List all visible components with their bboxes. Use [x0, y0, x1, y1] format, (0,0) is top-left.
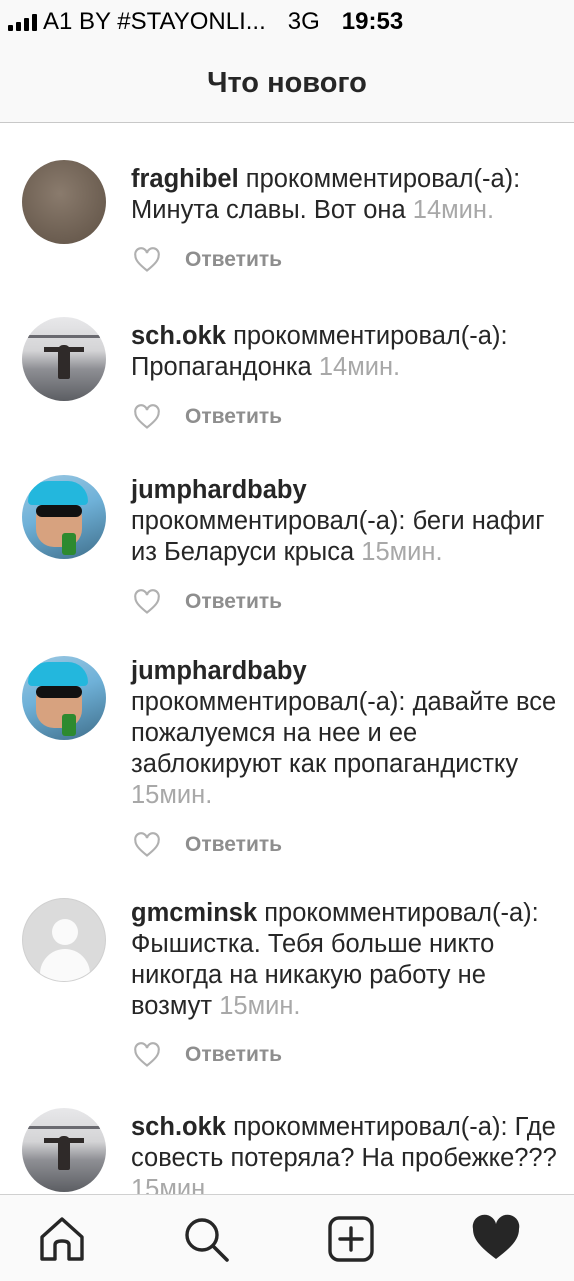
timestamp: 14мин.	[412, 196, 495, 224]
comment-actions: Ответить	[131, 245, 282, 275]
comment-text: Пропагандонка	[131, 353, 312, 381]
reply-button[interactable]: Ответить	[185, 590, 282, 614]
notification-text: fraghibel прокомментировал(-а): Минута с…	[131, 164, 571, 226]
timestamp: 14мин.	[318, 353, 401, 381]
username[interactable]: jumphardbaby	[131, 657, 307, 685]
avatar[interactable]	[22, 475, 106, 559]
timestamp: 15мин.	[361, 538, 443, 566]
avatar[interactable]	[22, 1108, 106, 1192]
like-heart-icon[interactable]	[133, 404, 161, 430]
comment-text: Фышистка. Тебя больше никто никогда на н…	[131, 930, 495, 1020]
comment-actions: Ответить	[131, 587, 282, 617]
username[interactable]: sch.okk	[131, 1113, 226, 1141]
activity-feed[interactable]: fraghibel прокомментировал(-а): Минута с…	[0, 123, 574, 1194]
avatar[interactable]	[22, 656, 106, 740]
reply-button[interactable]: Ответить	[185, 833, 282, 857]
timestamp: 15мин.	[131, 1175, 213, 1194]
notification-text: sch.okk прокомментировал(-а): Где совест…	[131, 1112, 571, 1194]
comment-text: Минута славы. Вот она	[131, 196, 406, 224]
home-icon[interactable]	[36, 1213, 88, 1265]
comment-actions: Ответить	[131, 830, 282, 860]
username[interactable]: gmcminsk	[131, 899, 257, 927]
action-text: прокомментировал(-а):	[233, 322, 508, 350]
avatar[interactable]	[22, 160, 106, 244]
reply-button[interactable]: Ответить	[185, 405, 282, 429]
default-avatar[interactable]	[22, 898, 106, 982]
clock: 19:53	[341, 8, 404, 35]
network-label: 3G	[287, 8, 320, 35]
action-text: прокомментировал(-а):	[131, 688, 406, 716]
action-text: прокомментировал(-а):	[233, 1113, 508, 1141]
username[interactable]: jumphardbaby	[131, 476, 307, 504]
reply-button[interactable]: Ответить	[185, 248, 282, 272]
notification-text: gmcminsk прокомментировал(-а): Фышистка.…	[131, 898, 571, 1022]
like-heart-icon[interactable]	[133, 247, 161, 273]
like-heart-icon[interactable]	[133, 589, 161, 615]
activity-heart-icon[interactable]	[470, 1213, 522, 1265]
action-text: прокомментировал(-а):	[245, 165, 521, 193]
timestamp: 15мин.	[131, 781, 213, 809]
username[interactable]: fraghibel	[131, 165, 239, 193]
comment-actions: Ответить	[131, 1040, 282, 1070]
avatar[interactable]	[22, 317, 106, 401]
timestamp: 15мин.	[219, 992, 301, 1020]
like-heart-icon[interactable]	[133, 1042, 161, 1068]
status-bar: A1 BY #STAYONLI... 3G 19:53	[0, 0, 574, 44]
action-text: прокомментировал(-а):	[131, 507, 406, 535]
notification-text: sch.okk прокомментировал(-а): Пропагандо…	[131, 321, 571, 383]
username[interactable]: sch.okk	[131, 322, 226, 350]
notification-text: jumphardbaby прокомментировал(-а): беги …	[131, 475, 571, 568]
page-title: Что нового	[207, 66, 367, 99]
signal-icon	[8, 13, 37, 31]
comment-actions: Ответить	[131, 402, 282, 432]
search-icon[interactable]	[180, 1213, 232, 1265]
action-text: прокомментировал(-а):	[264, 899, 539, 927]
new-post-icon[interactable]	[325, 1213, 377, 1265]
carrier-label: A1 BY #STAYONLI...	[43, 8, 266, 35]
like-heart-icon[interactable]	[133, 832, 161, 858]
tab-bar	[0, 1194, 574, 1281]
notification-text: jumphardbaby прокомментировал(-а): давай…	[131, 656, 571, 811]
reply-button[interactable]: Ответить	[185, 1043, 282, 1067]
header: Что нового	[0, 44, 574, 123]
